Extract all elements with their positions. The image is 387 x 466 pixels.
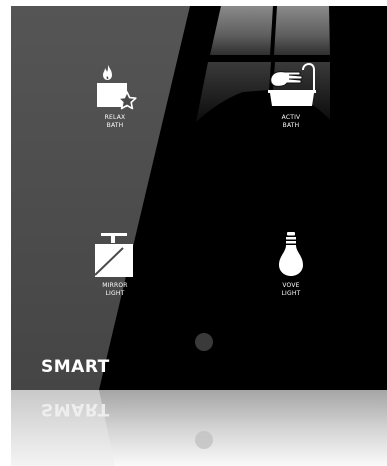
indicator-dot[interactable] [195,333,213,351]
mirror-light-button[interactable]: MIRROR LIGHT [75,230,155,310]
activ-bath-button[interactable]: ACTIV BATH [251,62,331,142]
relax-bath-icon [97,65,137,110]
activ-bath-icon [268,62,316,106]
mirror-light-icon [94,233,133,277]
control-panel: RELAX BATH ACTIV BATH MIRROR LIGHT VOVE … [11,6,387,390]
relax-bath-label: RELAX BATH [104,114,126,129]
vove-light-label: VOVE LIGHT [281,282,301,297]
brand-reflection: SMART [41,399,110,419]
activ-bath-label: ACTIV BATH [281,114,301,129]
vove-light-button[interactable]: VOVE LIGHT [251,230,331,310]
relax-bath-button[interactable]: RELAX BATH [75,62,155,142]
mirror-light-label: MIRROR LIGHT [102,282,128,297]
panel-reflection: SMART [11,390,387,466]
vove-light-icon [279,232,303,276]
brand-logo: SMART [41,357,110,377]
